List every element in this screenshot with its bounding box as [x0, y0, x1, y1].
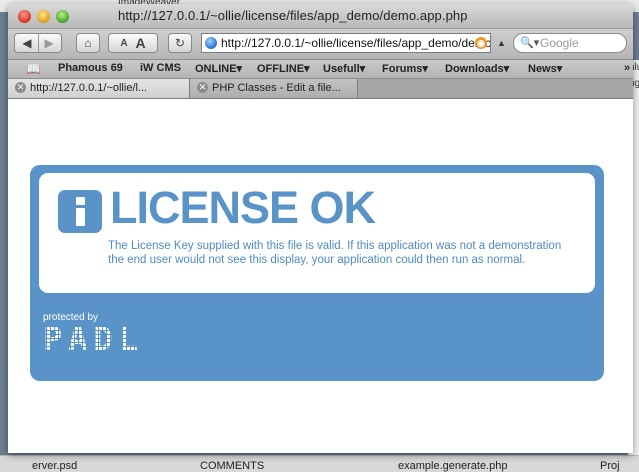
close-tab-icon[interactable]: ✕	[197, 82, 208, 93]
reload-icon: ↻	[174, 36, 186, 50]
search-placeholder: Google	[540, 36, 579, 50]
toolbar: ◀ ▶ ⌂ A A ↻ http://127.0.0.1/~ollie/lice…	[8, 29, 633, 60]
text-size-buttons: A A	[108, 33, 158, 53]
window-title: http://127.0.0.1/~ollie/license/files/ap…	[118, 8, 468, 23]
license-message-box: LICENSE OK The License Key supplied with…	[39, 173, 595, 293]
bookmark-folder[interactable]: OFFLINE▾	[257, 62, 310, 75]
tab-label: PHP Classes - Edit a file...	[212, 82, 341, 94]
bookmark-item[interactable]: iW CMS	[140, 62, 181, 74]
tab-bar: ✕ http://127.0.0.1/~ollie/l... ✕ PHP Cla…	[8, 79, 633, 99]
globe-icon	[205, 37, 217, 49]
bookmark-folder[interactable]: Downloads▾	[445, 62, 509, 75]
license-panel: LICENSE OK The License Key supplied with…	[30, 165, 604, 381]
license-message: The License Key supplied with this file …	[108, 240, 562, 266]
text-bigger-button[interactable]: A	[136, 35, 146, 51]
desktop-file[interactable]: example.generate.php	[398, 460, 507, 472]
license-status-heading: LICENSE OK	[110, 182, 376, 233]
bookmarks-overflow-button[interactable]: »	[624, 62, 630, 74]
info-icon-stem	[76, 208, 85, 226]
text-smaller-button[interactable]: A	[120, 38, 127, 49]
bookmark-folder[interactable]: ONLINE▾	[195, 62, 242, 75]
tab-php-classes[interactable]: ✕ PHP Classes - Edit a file...	[190, 79, 358, 98]
close-window-button[interactable]	[18, 10, 31, 23]
tab-active[interactable]: ✕ http://127.0.0.1/~ollie/l...	[8, 79, 190, 98]
minimize-window-button[interactable]	[37, 10, 50, 23]
bookmarks-bar: 📖 Phamous 69 iW CMS ONLINE▾ OFFLINE▾ Use…	[8, 60, 633, 79]
home-icon: ⌂	[84, 36, 92, 50]
back-forward-buttons: ◀ ▶	[14, 33, 62, 53]
bookmark-folder[interactable]: News▾	[528, 62, 562, 75]
search-input[interactable]: 🔍▾ Google	[513, 33, 627, 53]
home-button[interactable]: ⌂	[76, 33, 100, 53]
padl-logo: PADL	[43, 323, 173, 355]
page-content: LICENSE OK The License Key supplied with…	[8, 99, 633, 453]
address-url: http://127.0.0.1/~ollie/license/files/ap…	[221, 36, 491, 50]
close-tab-icon[interactable]: ✕	[15, 82, 26, 93]
address-bar[interactable]: http://127.0.0.1/~ollie/license/files/ap…	[201, 33, 491, 53]
chevron-up-down-icon[interactable]: ▲	[497, 38, 506, 48]
info-icon-dot	[76, 197, 85, 205]
browser-window: http://127.0.0.1/~ollie/license/files/ap…	[8, 4, 633, 453]
reload-button[interactable]: ↻	[168, 33, 192, 53]
bookmark-item[interactable]: Phamous 69	[58, 62, 123, 74]
forward-button[interactable]: ▶	[45, 36, 54, 50]
padl-logo-text: PADL	[43, 320, 145, 358]
info-icon	[58, 190, 102, 233]
desktop-file[interactable]: Proj	[600, 460, 620, 472]
back-button[interactable]: ◀	[22, 36, 31, 50]
zoom-window-button[interactable]	[56, 10, 69, 23]
bookmarks-book-icon[interactable]: 📖	[26, 62, 41, 76]
desktop-bottom-strip: erver.psd COMMENTS example.generate.php …	[0, 455, 639, 472]
divider	[37, 34, 39, 52]
desktop-file[interactable]: erver.psd	[32, 460, 77, 472]
bookmark-folder[interactable]: Usefull▾	[323, 62, 365, 75]
search-icon: 🔍▾	[520, 37, 540, 49]
rss-icon[interactable]: ◉	[475, 37, 487, 49]
desktop-file[interactable]: COMMENTS	[200, 460, 264, 472]
title-bar: http://127.0.0.1/~ollie/license/files/ap…	[8, 4, 633, 29]
tab-label: http://127.0.0.1/~ollie/l...	[30, 82, 148, 94]
bookmark-folder[interactable]: Forums▾	[382, 62, 428, 75]
